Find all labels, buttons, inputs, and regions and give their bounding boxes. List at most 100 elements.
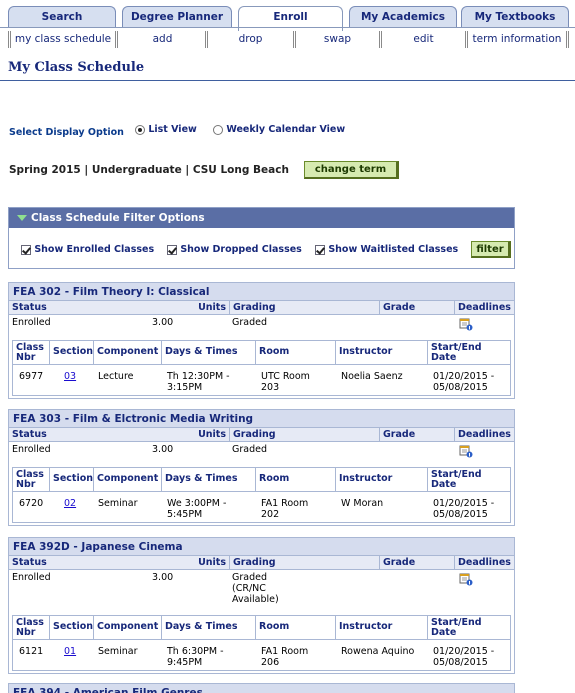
component-value: Seminar [98,498,138,509]
room-header: Room [255,616,335,640]
display-option-label: Select Display Option [9,127,124,138]
list-view-option[interactable]: List View [135,124,197,135]
units-value: 3.00 [152,572,174,583]
room-value: FA1 Room 202 [261,498,309,520]
class-nbr-header: Class Nbr [16,469,44,490]
component-header: Component [93,341,161,365]
weekly-view-radio[interactable] [213,124,223,135]
class-nbr-header: Class Nbr [16,342,44,363]
instructor-value: W Moran [341,498,384,509]
room-header: Room [255,468,335,492]
subnav-my-class-schedule[interactable]: my class schedule [8,31,118,48]
show-dropped-option[interactable]: Show Dropped Classes [167,244,302,255]
subnav-edit[interactable]: edit [382,31,468,48]
collapse-triangle-icon[interactable] [17,215,27,221]
section-row: 6977 03 Lecture Th 12:30PM -3:15PM UTC R… [13,365,510,395]
status-value: Enrolled [12,572,51,583]
subnav-term-information[interactable]: term information [468,31,569,48]
show-dropped-label: Show Dropped Classes [180,244,302,255]
deadlines-header: Deadlines [454,301,514,315]
course-title: FEA 303 - Film & Elctronic Media Writing [9,410,514,428]
status-header: Status [12,557,47,568]
show-waitlisted-option[interactable]: Show Waitlisted Classes [315,244,458,255]
course-title: FEA 392D - Japanese Cinema [9,538,514,556]
sub-navigation: my class schedule add drop swap edit ter… [0,27,575,49]
tab-search[interactable]: Search [8,6,116,28]
section-header: Section [49,341,93,365]
enrollment-row: Enrolled 3.00 Graded (CR/NC Available) [9,570,514,612]
show-enrolled-option[interactable]: Show Enrolled Classes [21,244,154,255]
room-value: FA1 Room 206 [261,646,309,668]
deadlines-calendar-icon[interactable] [456,573,473,589]
units-header: Units [198,302,226,313]
instructor-value: Noelia Saenz [341,371,403,382]
tab-my-textbooks[interactable]: My Textbooks [461,6,569,28]
class-nbr-value: 6720 [19,498,44,509]
subnav-swap[interactable]: swap [296,31,382,48]
show-dropped-checkbox[interactable] [167,244,177,255]
deadlines-calendar-icon[interactable] [456,445,473,461]
section-header-row: Class Nbr Section Component Days & Times … [13,616,510,640]
component-header: Component [93,616,161,640]
weekly-view-option[interactable]: Weekly Calendar View [213,124,345,135]
grading-header-row: Status Units Grading Grade Deadlines [9,556,514,570]
start-end-value: 01/20/2015 -05/08/2015 [433,371,495,393]
show-waitlisted-label: Show Waitlisted Classes [328,244,459,255]
deadlines-calendar-icon[interactable] [456,318,473,334]
tab-degree-planner[interactable]: Degree Planner [122,6,232,28]
title-divider [0,80,575,81]
grade-header: Grade [379,428,454,442]
grading-header-row: Status Units Grading Grade Deadlines [9,301,514,315]
list-view-label: List View [148,124,197,135]
section-row: 6720 02 Seminar We 3:00PM -5:45PM FA1 Ro… [13,492,510,522]
section-header: Section [49,468,93,492]
room-header: Room [255,341,335,365]
grading-value: Graded (CR/NC Available) [232,572,279,605]
filter-options-header[interactable]: Class Schedule Filter Options [9,208,514,228]
days-times-value: Th 12:30PM -3:15PM [167,371,230,393]
start-end-value: 01/20/2015 -05/08/2015 [433,498,495,520]
show-enrolled-checkbox[interactable] [21,244,31,255]
subnav-drop[interactable]: drop [208,31,296,48]
filter-options-title: Class Schedule Filter Options [31,212,205,224]
section-link[interactable]: 02 [61,498,76,509]
course-block: FEA 303 - Film & Elctronic Media Writing… [8,409,515,526]
days-times-value: Th 6:30PM -9:45PM [167,646,224,668]
list-view-radio[interactable] [135,124,145,135]
instructor-value: Rowena Aquino [341,646,415,657]
units-header: Units [198,557,226,568]
weekly-view-label: Weekly Calendar View [226,124,346,135]
deadlines-header: Deadlines [454,556,514,570]
course-block: FEA 302 - Film Theory I: Classical Statu… [8,282,515,399]
section-table: Class Nbr Section Component Days & Times … [12,615,511,671]
days-times-header: Days & Times [161,341,255,365]
units-value: 3.00 [152,444,174,455]
component-value: Lecture [98,371,134,382]
course-title: FEA 302 - Film Theory I: Classical [9,283,514,301]
change-term-button[interactable]: change term [304,161,399,179]
tab-my-academics[interactable]: My Academics [349,6,457,28]
section-header: Section [49,616,93,640]
grading-header: Grading [229,556,379,570]
section-link[interactable]: 01 [61,646,76,657]
days-times-header: Days & Times [161,468,255,492]
class-nbr-header: Class Nbr [16,617,44,638]
subnav-add[interactable]: add [120,31,208,48]
section-row: 6121 01 Seminar Th 6:30PM -9:45PM FA1 Ro… [13,640,510,670]
start-end-header: Start/End Date [427,616,511,640]
status-header: Status [12,302,47,313]
section-link[interactable]: 03 [61,371,76,382]
course-block: FEA 392D - Japanese Cinema Status Units … [8,537,515,674]
instructor-header: Instructor [335,341,427,365]
days-times-value: We 3:00PM -5:45PM [167,498,227,520]
grade-header: Grade [379,301,454,315]
grading-value: Graded [232,317,267,328]
filter-button[interactable]: filter [471,241,511,258]
status-header: Status [12,429,47,440]
grading-value: Graded [232,444,267,455]
section-table: Class Nbr Section Component Days & Times … [12,340,511,396]
page-title: My Class Schedule [8,60,145,75]
show-waitlisted-checkbox[interactable] [315,244,325,255]
section-header-row: Class Nbr Section Component Days & Times … [13,468,510,492]
section-table: Class Nbr Section Component Days & Times … [12,467,511,523]
